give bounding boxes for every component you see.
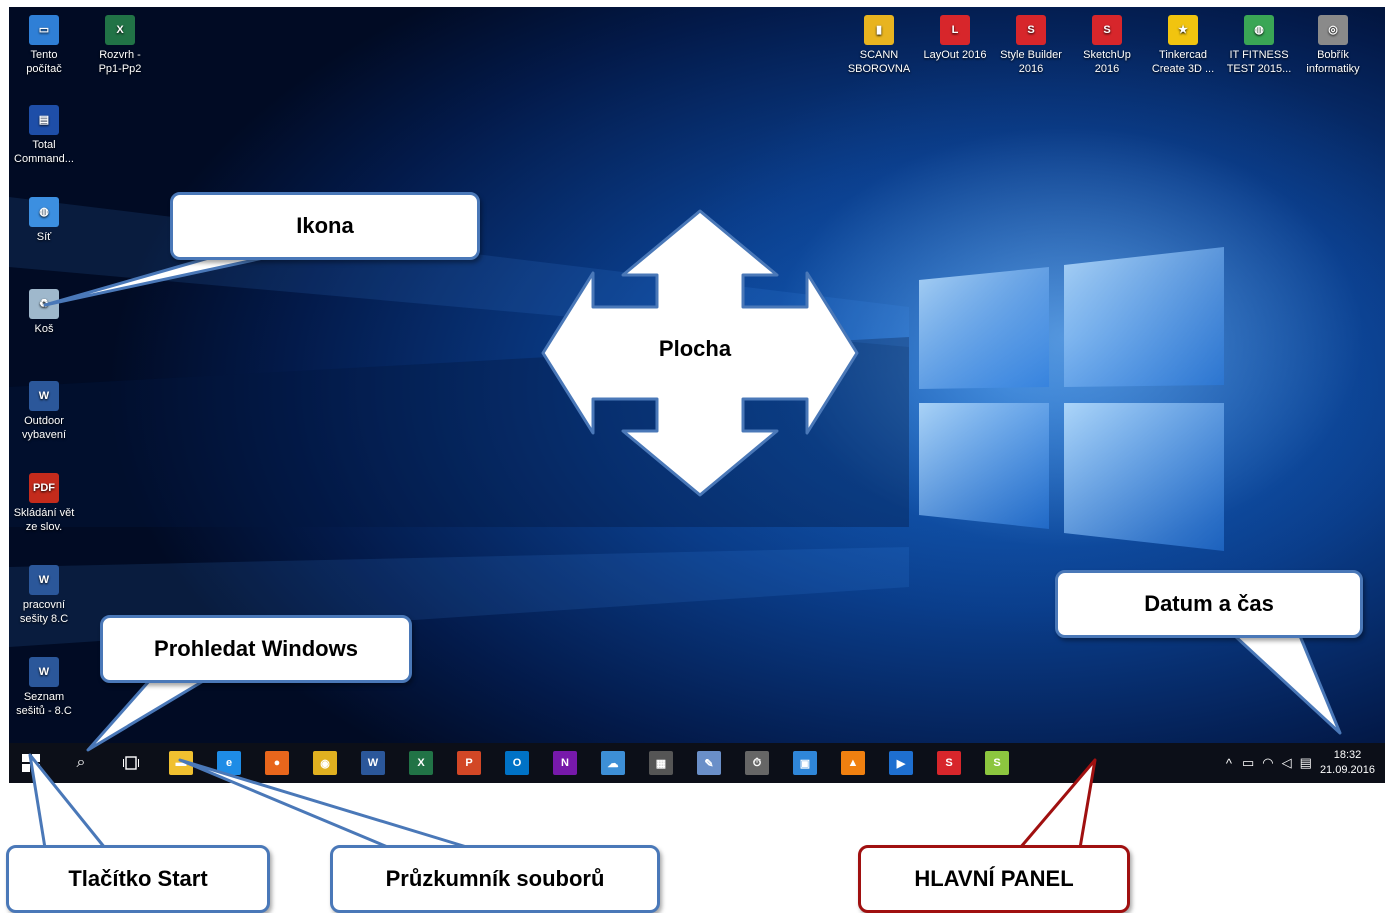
desktop-icon-label: Outdoor vybavení bbox=[21, 415, 67, 441]
desktop-icon-label: Rozvrh - Pp1-Pp2 bbox=[98, 49, 142, 75]
desktop-icon-label: Total Command... bbox=[14, 139, 74, 165]
desktop-icon[interactable]: S Style Builder 2016 bbox=[993, 15, 1069, 76]
layout-icon: L bbox=[940, 15, 970, 45]
desktop-icon[interactable]: ★ Tinkercad Create 3D ... bbox=[1145, 15, 1221, 76]
time-text: 18:32 bbox=[1333, 749, 1362, 761]
disc-icon: ◎ bbox=[1318, 15, 1348, 45]
word-doc-icon: W bbox=[29, 657, 59, 687]
search-icon[interactable]: ⌕ bbox=[69, 751, 93, 775]
desktop-icon[interactable]: L LayOut 2016 bbox=[917, 15, 993, 62]
sketchup-icon: S bbox=[1092, 15, 1122, 45]
wifi-icon[interactable]: ◠ bbox=[1262, 755, 1273, 771]
chevron-up-icon[interactable]: ^ bbox=[1226, 756, 1232, 771]
desktop-icon[interactable]: ◎ Bobřík informatiky bbox=[1295, 15, 1371, 76]
desktop-icon-label: LayOut 2016 bbox=[923, 49, 987, 61]
taskbar: ⌕ ^ ▭ ◠ ◁ ▤ 18:32 21.09.2016 ▬ e ● ◉ W X P O N ☁ ▦… bbox=[9, 743, 1385, 783]
pdf-icon: PDF bbox=[29, 473, 59, 503]
edge-icon[interactable]: e bbox=[217, 751, 241, 775]
callout-hlavni-panel: HLAVNÍ PANEL bbox=[858, 845, 1130, 913]
callout-datum-a-cas: Datum a čas bbox=[1055, 570, 1363, 638]
image-viewer-icon[interactable]: ▣ bbox=[793, 751, 817, 775]
desktop-icon-label: IT FITNESS TEST 2015... bbox=[1226, 49, 1292, 75]
outlook-icon[interactable]: O bbox=[505, 751, 529, 775]
desktop-icon-label: Style Builder 2016 bbox=[1000, 49, 1062, 75]
desktop-icon-label: SCANN SBOROVNA bbox=[847, 49, 911, 75]
star-icon: ★ bbox=[1168, 15, 1198, 45]
folder-shortcut-icon: ▮ bbox=[864, 15, 894, 45]
green-app-icon[interactable]: S bbox=[985, 751, 1009, 775]
action-center-icon[interactable]: ▤ bbox=[1300, 755, 1312, 771]
file-explorer-icon[interactable]: ▬ bbox=[169, 751, 193, 775]
desktop-icon[interactable]: Wpracovní sešity 8.C bbox=[9, 565, 82, 626]
word-icon[interactable]: W bbox=[361, 751, 385, 775]
desktop-icon-label: Bobřík informatiky bbox=[1306, 49, 1360, 75]
alarm-clock-icon[interactable]: ⏱ bbox=[745, 751, 769, 775]
callout-prohledat-windows: Prohledat Windows bbox=[100, 615, 412, 683]
word-doc-icon: W bbox=[29, 565, 59, 595]
floppy-icon: ▤ bbox=[29, 105, 59, 135]
start-button[interactable] bbox=[19, 751, 43, 775]
desktop-icon[interactable]: W Seznam sešitů - 8.C bbox=[9, 657, 82, 718]
desktop-icon-label: Skládání vět ze slov. bbox=[13, 507, 75, 533]
onenote-icon[interactable]: N bbox=[553, 751, 577, 775]
excel-icon[interactable]: X bbox=[409, 751, 433, 775]
desktop-icon[interactable]: ▮ SCANN SBOROVNA bbox=[841, 15, 917, 76]
desktop-icon[interactable]: PDF Skládání vět ze slov. bbox=[9, 473, 82, 534]
computer-icon: ▭ bbox=[29, 15, 59, 45]
task-view-icon[interactable] bbox=[119, 751, 143, 775]
desktop-icon[interactable]: S SketchUp 2016 bbox=[1069, 15, 1145, 76]
volume-icon[interactable]: ◁ bbox=[1282, 755, 1292, 771]
desktop-icon[interactable]: W Outdoor vybavení bbox=[9, 381, 82, 442]
system-tray: ^ ▭ ◠ ◁ ▤ 18:32 21.09.2016 bbox=[1226, 743, 1375, 783]
clock[interactable]: 18:32 21.09.2016 bbox=[1320, 748, 1375, 778]
desktop-icon-label: Seznam sešitů - 8.C bbox=[16, 691, 72, 717]
battery-icon[interactable]: ▭ bbox=[1242, 755, 1254, 771]
desktop-icon[interactable]: ▭ Tento počítač bbox=[9, 15, 82, 76]
word-doc-icon: W bbox=[29, 381, 59, 411]
desktop-icon-label: Tinkercad Create 3D ... bbox=[1151, 49, 1215, 75]
desktop-icon-label: Tento počítač bbox=[26, 49, 62, 75]
network-globe-icon: ◍ bbox=[29, 197, 59, 227]
windows-start-icon bbox=[22, 754, 40, 772]
media-player-icon[interactable]: ▶ bbox=[889, 751, 913, 775]
desktop-icon[interactable]: X Rozvrh - Pp1-Pp2 bbox=[82, 15, 158, 76]
desktop-icon[interactable]: ▤ Total Command... bbox=[9, 105, 82, 166]
desktop-icon[interactable]: ♻ Koš bbox=[9, 289, 82, 336]
vlc-icon[interactable]: ▲ bbox=[841, 751, 865, 775]
chrome-icon[interactable]: ◉ bbox=[313, 751, 337, 775]
powerpoint-icon[interactable]: P bbox=[457, 751, 481, 775]
style-builder-icon: S bbox=[1016, 15, 1046, 45]
desktop-icon-label: Koš bbox=[34, 323, 54, 335]
plocha-label: Plocha bbox=[658, 336, 732, 361]
recycle-bin-icon: ♻ bbox=[29, 289, 59, 319]
excel-doc-icon: X bbox=[105, 15, 135, 45]
desktop-icon[interactable]: ◍ IT FITNESS TEST 2015... bbox=[1221, 15, 1297, 76]
calculator-icon[interactable]: ▦ bbox=[649, 751, 673, 775]
onedrive-icon[interactable]: ☁ bbox=[601, 751, 625, 775]
callout-ikona: Ikona bbox=[170, 192, 480, 260]
paint-icon[interactable]: ✎ bbox=[697, 751, 721, 775]
globe-icon: ◍ bbox=[1244, 15, 1274, 45]
callout-tlacitko-start: Tlačítko Start bbox=[6, 845, 270, 913]
desktop-icon-label: SketchUp 2016 bbox=[1083, 49, 1131, 75]
sketchup-taskbar-icon[interactable]: S bbox=[937, 751, 961, 775]
desktop-icon-label: Síť bbox=[36, 231, 52, 243]
desktop-icon[interactable]: ◍ Síť bbox=[9, 197, 82, 244]
desktop-icon-label: pracovní sešity 8.C bbox=[19, 599, 69, 625]
date-text: 21.09.2016 bbox=[1319, 764, 1375, 776]
callout-pruzkumnik-souboru: Průzkumník souborů bbox=[330, 845, 660, 913]
firefox-icon[interactable]: ● bbox=[265, 751, 289, 775]
